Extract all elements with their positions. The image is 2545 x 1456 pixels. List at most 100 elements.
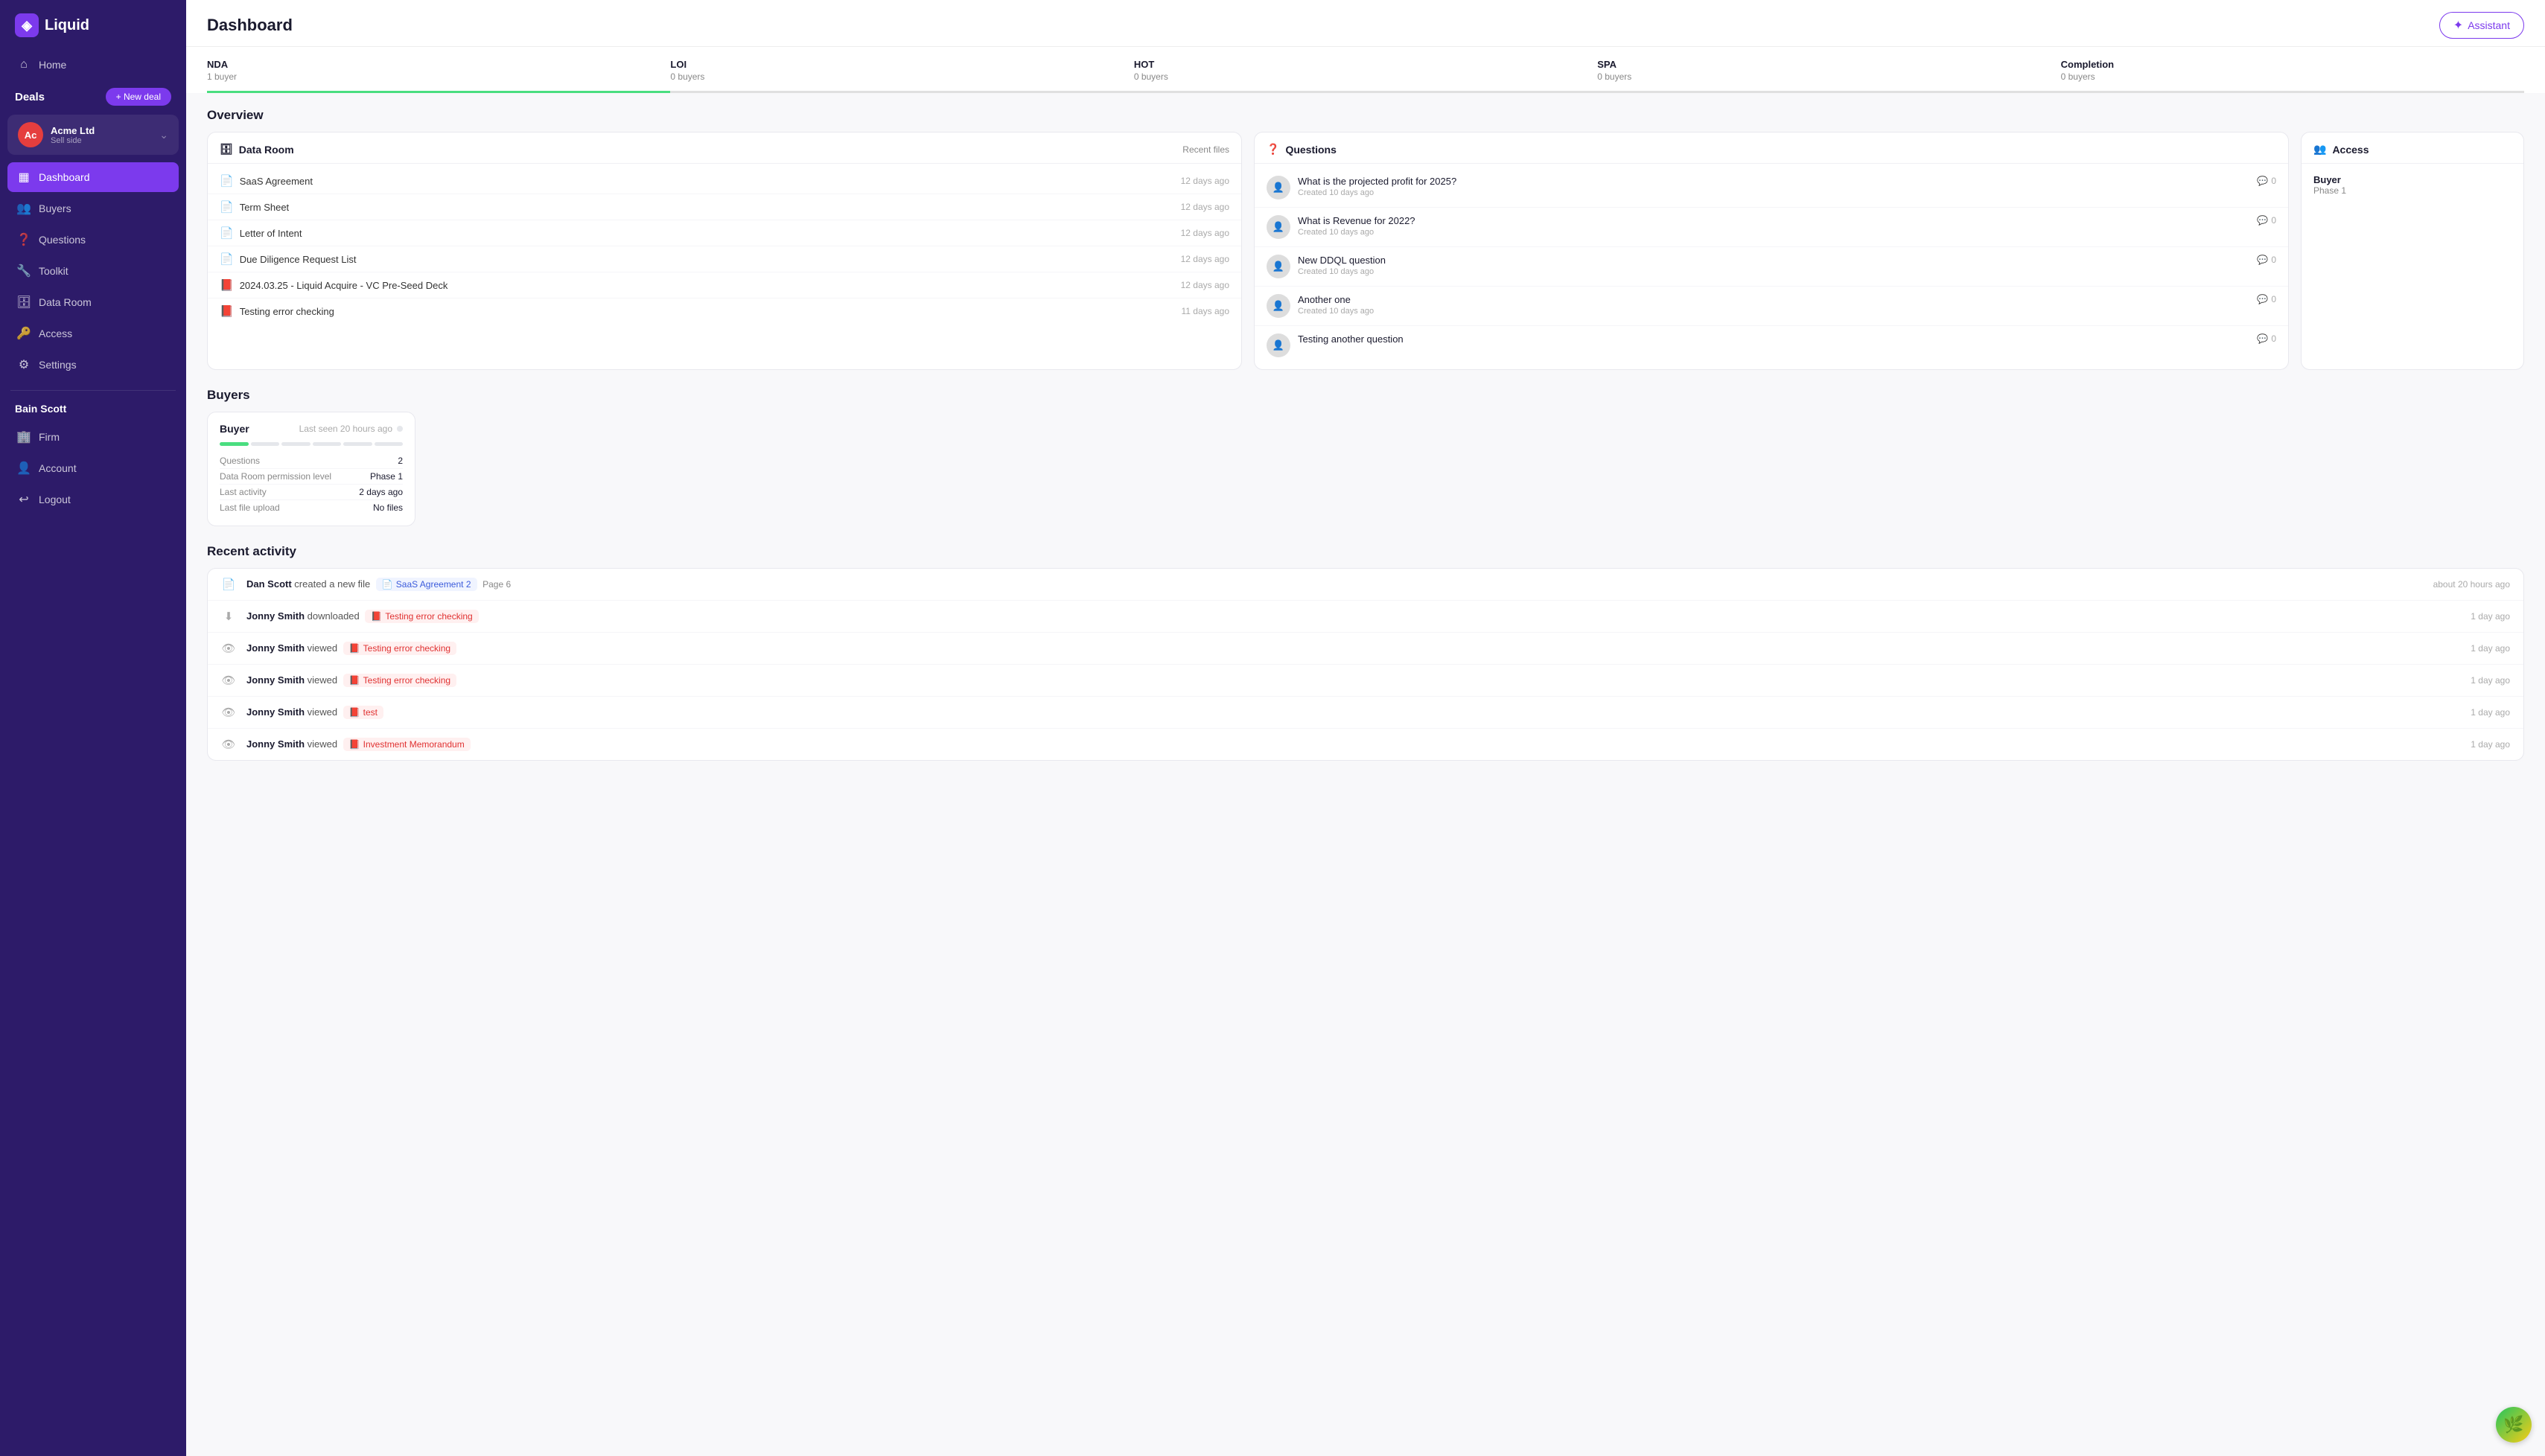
pipeline: NDA 1 buyer LOI 0 buyers HOT 0 buyers SP…	[186, 47, 2545, 93]
sidebar-item-logout[interactable]: ↩ Logout	[7, 485, 179, 514]
top-nav: ⌂ Home	[0, 51, 186, 80]
user-name: Bain Scott	[15, 403, 171, 415]
file-item[interactable]: 📄 Due Diligence Request List 12 days ago	[208, 246, 1241, 272]
sidebar-item-access[interactable]: 🔑 Access	[7, 319, 179, 348]
progress-segment	[281, 442, 310, 446]
main-header: Dashboard ✦ Assistant	[186, 0, 2545, 47]
sidebar-item-firm[interactable]: 🏢 Firm	[7, 422, 179, 452]
corner-widget[interactable]: 🌿	[2496, 1407, 2532, 1443]
activity-item[interactable]: ⬇ Jonny Smith downloaded 📕 Testing error…	[208, 601, 2523, 633]
comment-icon: 💬	[2257, 294, 2268, 304]
activity-item[interactable]: 👁 Jonny Smith viewed 📕 Testing error che…	[208, 665, 2523, 697]
assistant-button[interactable]: ✦ Assistant	[2439, 12, 2524, 39]
settings-icon: ⚙	[16, 357, 31, 372]
sidebar-item-home[interactable]: ⌂ Home	[7, 51, 179, 79]
activity-file-link[interactable]: 📕 Testing error checking	[365, 610, 478, 623]
comment-icon: 💬	[2257, 176, 2268, 186]
questions-icon: ❓	[16, 232, 31, 247]
file-item[interactable]: 📄 Letter of Intent 12 days ago	[208, 220, 1241, 246]
download-icon: ⬇	[221, 610, 236, 623]
question-item[interactable]: 👤 New DDQL question Created 10 days ago …	[1255, 247, 2288, 287]
file-item[interactable]: 📕 Testing error checking 11 days ago	[208, 298, 1241, 324]
question-item[interactable]: 👤 Another one Created 10 days ago 💬 0	[1255, 287, 2288, 326]
stat-row: Last file upload No files	[220, 500, 403, 515]
sidebar-item-dashboard[interactable]: ▦ Dashboard	[7, 162, 179, 192]
stat-row: Last activity 2 days ago	[220, 485, 403, 500]
user-nav: 🏢 Firm 👤 Account ↩ Logout	[0, 422, 186, 516]
sidebar-item-questions[interactable]: ❓ Questions	[7, 225, 179, 255]
sidebar-item-settings[interactable]: ⚙ Settings	[7, 350, 179, 380]
activity-file-link[interactable]: 📄 SaaS Agreement 2	[376, 578, 477, 591]
activity-item[interactable]: 👁 Jonny Smith viewed 📕 Testing error che…	[208, 633, 2523, 665]
avatar: 👤	[1267, 255, 1290, 278]
activity-item[interactable]: 👁 Jonny Smith viewed 📕 Investment Memora…	[208, 729, 2523, 760]
database-icon: 🗄	[220, 143, 233, 156]
file-icon-blue: 📄	[382, 579, 393, 590]
activity-file-link[interactable]: 📕 test	[343, 706, 383, 719]
stat-row: Data Room permission level Phase 1	[220, 469, 403, 485]
activity-file-link[interactable]: 📕 Investment Memorandum	[343, 738, 471, 751]
overview-title: Overview	[207, 108, 2524, 123]
file-icon-red: 📕	[371, 611, 382, 622]
access-card: 👥 Access Buyer Phase 1	[2301, 132, 2524, 370]
question-item[interactable]: 👤 What is the projected profit for 2025?…	[1255, 168, 2288, 208]
sidebar: ◈ Liquid ⌂ Home Deals + New deal Ac Acme…	[0, 0, 186, 1456]
content-area: Overview 🗄 Data Room Recent files 📄 SaaS…	[186, 93, 2545, 1456]
file-item[interactable]: 📄 Term Sheet 12 days ago	[208, 194, 1241, 220]
stat-row: Questions 2	[220, 453, 403, 469]
buyer-card[interactable]: Buyer Last seen 20 hours ago Questions 2	[207, 412, 415, 526]
sidebar-item-data-room[interactable]: 🗄 Data Room	[7, 287, 179, 317]
sparkle-icon: ✦	[2453, 18, 2463, 33]
sidebar-item-toolkit[interactable]: 🔧 Toolkit	[7, 256, 179, 286]
file-icon: 📄	[220, 252, 234, 266]
overview-grid: 🗄 Data Room Recent files 📄 SaaS Agreemen…	[207, 132, 2524, 370]
activity-file-link[interactable]: 📕 Testing error checking	[343, 642, 456, 655]
question-mark-icon: ❓	[1267, 143, 1279, 156]
pipeline-stage-nda[interactable]: NDA 1 buyer	[207, 59, 670, 93]
access-title: 👥 Access	[2313, 143, 2369, 156]
account-icon: 👤	[16, 461, 31, 476]
deal-sub: Sell side	[51, 136, 152, 145]
deals-header: Deals + New deal	[0, 80, 186, 110]
sidebar-item-account[interactable]: 👤 Account	[7, 453, 179, 483]
file-item[interactable]: 📕 2024.03.25 - Liquid Acquire - VC Pre-S…	[208, 272, 1241, 298]
pipeline-stage-spa[interactable]: SPA 0 buyers	[1597, 59, 2060, 93]
progress-segment	[313, 442, 342, 446]
data-room-icon: 🗄	[16, 295, 31, 310]
doc-icon: 📄	[221, 578, 236, 591]
comment-icon: 💬	[2257, 215, 2268, 226]
file-icon-red: 📕	[349, 675, 360, 686]
progress-segment	[251, 442, 280, 446]
sidebar-item-buyers[interactable]: 👥 Buyers	[7, 194, 179, 223]
buyer-progress-bar	[220, 442, 403, 446]
file-icon-red: 📕	[349, 643, 360, 654]
data-room-action: Recent files	[1182, 144, 1229, 155]
deal-name: Acme Ltd	[51, 125, 152, 136]
home-icon: ⌂	[16, 58, 31, 71]
seen-dot	[397, 426, 403, 432]
activity-item[interactable]: 👁 Jonny Smith viewed 📕 test 1 day ago	[208, 697, 2523, 729]
new-deal-button[interactable]: + New deal	[106, 88, 171, 106]
logo: ◈ Liquid	[0, 0, 186, 51]
avatar: 👤	[1267, 333, 1290, 357]
question-item[interactable]: 👤 Testing another question 💬 0	[1255, 326, 2288, 365]
avatar: 👤	[1267, 176, 1290, 199]
logo-icon: ◈	[15, 13, 39, 37]
deal-avatar: Ac	[18, 122, 43, 147]
user-section: Bain Scott	[0, 397, 186, 422]
pipeline-stage-completion[interactable]: Completion 0 buyers	[2061, 59, 2524, 93]
deal-card[interactable]: Ac Acme Ltd Sell side ⌄	[7, 115, 179, 155]
activity-file-link[interactable]: 📕 Testing error checking	[343, 674, 456, 687]
activity-item[interactable]: 📄 Dan Scott created a new file 📄 SaaS Ag…	[208, 569, 2523, 601]
deal-expand-icon: ⌄	[159, 129, 168, 141]
access-icon: 👥	[2313, 143, 2326, 156]
pipeline-stage-hot[interactable]: HOT 0 buyers	[1134, 59, 1597, 93]
access-phase: Phase 1	[2313, 185, 2511, 196]
question-item[interactable]: 👤 What is Revenue for 2022? Created 10 d…	[1255, 208, 2288, 247]
avatar: 👤	[1267, 294, 1290, 318]
avatar: 👤	[1267, 215, 1290, 239]
pipeline-stage-loi[interactable]: LOI 0 buyers	[670, 59, 1133, 93]
logout-icon: ↩	[16, 492, 31, 507]
file-item[interactable]: 📄 SaaS Agreement 12 days ago	[208, 168, 1241, 194]
deal-nav: ▦ Dashboard 👥 Buyers ❓ Questions 🔧 Toolk…	[0, 159, 186, 384]
